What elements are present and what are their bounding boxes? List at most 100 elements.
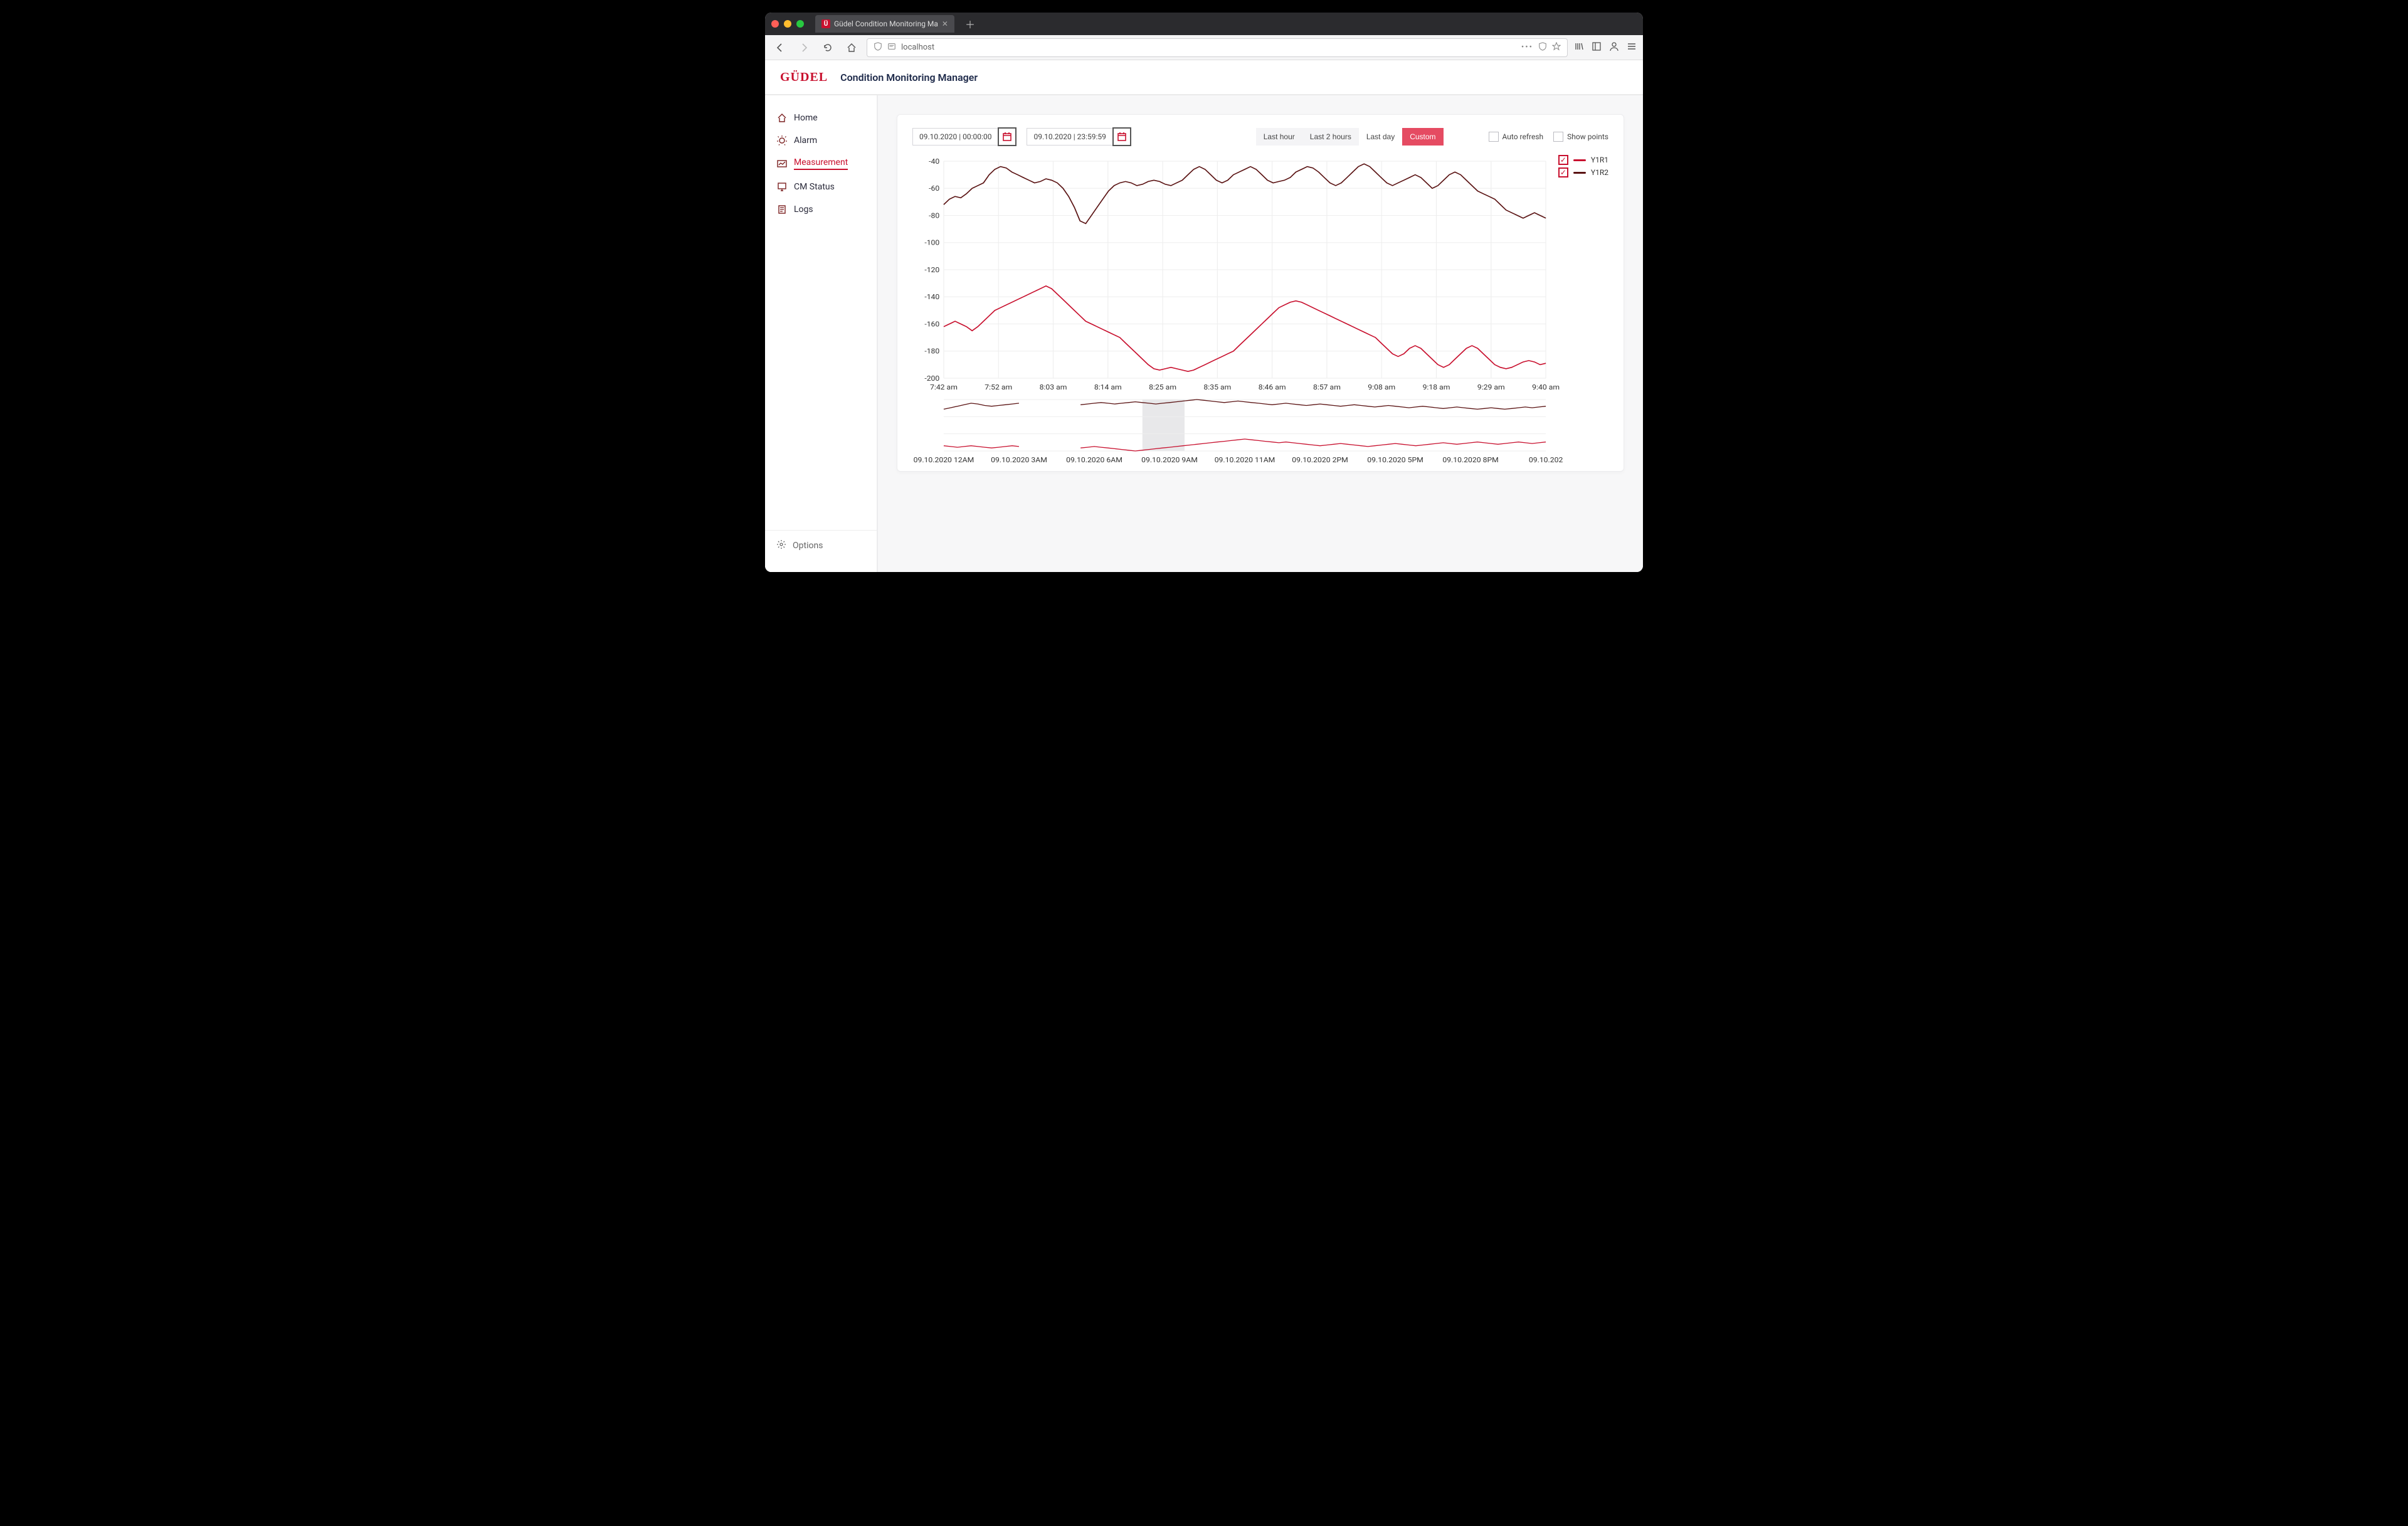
sidebar-item-label: Home xyxy=(794,113,818,123)
app-header: GÜDEL Condition Monitoring Manager xyxy=(765,60,1643,95)
svg-text:8:46 am: 8:46 am xyxy=(1259,383,1286,391)
range-last-2-hours-button[interactable]: Last 2 hours xyxy=(1302,128,1359,146)
content-area: 09.10.2020 | 00:00:00 09.10.2020 | 23:59… xyxy=(878,95,1643,572)
range-last-day-button[interactable]: Last day xyxy=(1359,128,1402,146)
date-to-picker[interactable]: 09.10.2020 | 23:59:59 xyxy=(1027,127,1131,146)
show-points-checkbox[interactable]: Show points xyxy=(1553,132,1608,142)
overview-time-series-chart[interactable]: 09.10.2020 12AM09.10.2020 3AM09.10.2020 … xyxy=(912,396,1608,465)
shield-icon xyxy=(874,42,882,53)
library-icon[interactable] xyxy=(1574,41,1584,54)
window-minimize-button[interactable] xyxy=(784,20,791,28)
shield-toggle-icon[interactable] xyxy=(1538,42,1547,53)
hamburger-menu-icon[interactable] xyxy=(1627,41,1637,54)
svg-text:8:14 am: 8:14 am xyxy=(1094,383,1122,391)
main-time-series-chart[interactable]: -40-60-80-100-120-140-160-180-2007:42 am… xyxy=(912,155,1608,393)
legend-item-y1r2[interactable]: ✓ Y1R2 xyxy=(1558,167,1608,178)
svg-text:7:52 am: 7:52 am xyxy=(985,383,1012,391)
chart-legend: ✓ Y1R1 ✓ Y1R2 xyxy=(1558,155,1608,178)
alarm-icon xyxy=(776,135,788,146)
new-tab-button[interactable]: ＋ xyxy=(962,16,978,32)
legend-checkbox-icon: ✓ xyxy=(1558,167,1568,178)
sidebar-item-cm-status[interactable]: CM Status xyxy=(765,176,877,198)
date-from-picker[interactable]: 09.10.2020 | 00:00:00 xyxy=(912,127,1017,146)
auto-refresh-label: Auto refresh xyxy=(1502,132,1544,141)
sidebar-item-logs[interactable]: Logs xyxy=(765,198,877,221)
legend-checkbox-icon: ✓ xyxy=(1558,155,1568,165)
monitor-icon xyxy=(776,181,788,193)
options-label: Options xyxy=(793,541,823,551)
chart-area: ✓ Y1R1 ✓ Y1R2 -40-60-80-100-120-140-160-… xyxy=(912,155,1608,465)
nav-reload-button[interactable] xyxy=(819,39,837,56)
legend-swatch xyxy=(1573,172,1586,174)
nav-forward-button[interactable] xyxy=(795,39,813,56)
browser-tab[interactable]: Ü Güdel Condition Monitoring Ma ✕ xyxy=(815,15,954,33)
sidebar-item-label: Measurement xyxy=(794,157,848,170)
svg-text:09.10.2020 11AM: 09.10.2020 11AM xyxy=(1215,456,1275,464)
sidebar-item-home[interactable]: Home xyxy=(765,107,877,129)
date-from-value: 09.10.2020 | 00:00:00 xyxy=(912,128,998,146)
nav-home-button[interactable] xyxy=(843,39,860,56)
window-close-button[interactable] xyxy=(771,20,779,28)
gear-icon xyxy=(776,539,786,552)
legend-item-y1r1[interactable]: ✓ Y1R1 xyxy=(1558,155,1608,165)
auto-refresh-checkbox[interactable]: Auto refresh xyxy=(1489,132,1544,142)
url-bar[interactable]: localhost ••• xyxy=(867,38,1568,57)
svg-text:8:03 am: 8:03 am xyxy=(1040,383,1067,391)
svg-text:09.10.2020 3AM: 09.10.2020 3AM xyxy=(991,456,1047,464)
svg-text:09.10.202: 09.10.202 xyxy=(1529,456,1563,464)
logs-icon xyxy=(776,204,788,215)
svg-text:7:42 am: 7:42 am xyxy=(930,383,958,391)
svg-text:-60: -60 xyxy=(929,184,939,193)
sidebar-options[interactable]: Options xyxy=(765,530,877,561)
legend-label: Y1R2 xyxy=(1591,168,1608,177)
date-to-value: 09.10.2020 | 23:59:59 xyxy=(1027,128,1112,146)
tab-title: Güdel Condition Monitoring Ma xyxy=(834,19,938,28)
sidebar: Home Alarm Measurement CM Status Logs xyxy=(765,95,878,572)
url-more-icon[interactable]: ••• xyxy=(1521,43,1533,52)
window-maximize-button[interactable] xyxy=(796,20,804,28)
svg-text:09.10.2020 2PM: 09.10.2020 2PM xyxy=(1292,456,1348,464)
browser-navbar: localhost ••• xyxy=(765,35,1643,60)
svg-text:-160: -160 xyxy=(924,320,939,328)
sidebar-item-label: Logs xyxy=(794,204,813,215)
browser-tab-bar: Ü Güdel Condition Monitoring Ma ✕ ＋ xyxy=(765,13,1643,35)
brand-logo: GÜDEL xyxy=(780,70,828,85)
svg-text:09.10.2020 5PM: 09.10.2020 5PM xyxy=(1367,456,1423,464)
svg-text:-180: -180 xyxy=(924,347,939,355)
range-custom-button[interactable]: Custom xyxy=(1402,128,1443,146)
svg-text:-80: -80 xyxy=(929,211,939,220)
account-icon[interactable] xyxy=(1609,41,1619,54)
svg-text:-100: -100 xyxy=(924,238,939,246)
svg-text:9:18 am: 9:18 am xyxy=(1423,383,1450,391)
svg-text:8:25 am: 8:25 am xyxy=(1149,383,1176,391)
svg-text:8:57 am: 8:57 am xyxy=(1313,383,1341,391)
bookmark-star-icon[interactable] xyxy=(1552,42,1561,53)
window-controls xyxy=(771,20,804,28)
tab-favicon: Ü xyxy=(821,19,830,28)
sidebar-item-alarm[interactable]: Alarm xyxy=(765,129,877,152)
svg-text:-40: -40 xyxy=(929,157,939,166)
svg-text:09.10.2020 9AM: 09.10.2020 9AM xyxy=(1141,456,1198,464)
svg-text:-140: -140 xyxy=(924,293,939,301)
legend-label: Y1R1 xyxy=(1591,156,1608,164)
sidebar-toggle-icon[interactable] xyxy=(1592,41,1602,54)
range-last-hour-button[interactable]: Last hour xyxy=(1256,128,1302,146)
browser-window: Ü Güdel Condition Monitoring Ma ✕ ＋ loca… xyxy=(765,13,1643,572)
checkbox-icon xyxy=(1553,132,1563,142)
range-buttons: Last hour Last 2 hours Last day Custom xyxy=(1256,128,1444,146)
svg-text:9:40 am: 9:40 am xyxy=(1532,383,1560,391)
checkbox-icon xyxy=(1489,132,1499,142)
toolbar: 09.10.2020 | 00:00:00 09.10.2020 | 23:59… xyxy=(912,127,1608,146)
svg-text:9:29 am: 9:29 am xyxy=(1477,383,1505,391)
svg-text:8:35 am: 8:35 am xyxy=(1203,383,1231,391)
calendar-icon[interactable] xyxy=(998,127,1017,146)
svg-text:-200: -200 xyxy=(924,374,939,383)
svg-text:9:08 am: 9:08 am xyxy=(1368,383,1395,391)
calendar-icon[interactable] xyxy=(1112,127,1131,146)
sidebar-item-label: Alarm xyxy=(794,135,817,146)
page-info-icon xyxy=(887,42,896,53)
nav-back-button[interactable] xyxy=(771,39,789,56)
close-tab-icon[interactable]: ✕ xyxy=(942,19,948,28)
sidebar-item-measurement[interactable]: Measurement xyxy=(765,152,877,176)
svg-text:09.10.2020 6AM: 09.10.2020 6AM xyxy=(1066,456,1122,464)
